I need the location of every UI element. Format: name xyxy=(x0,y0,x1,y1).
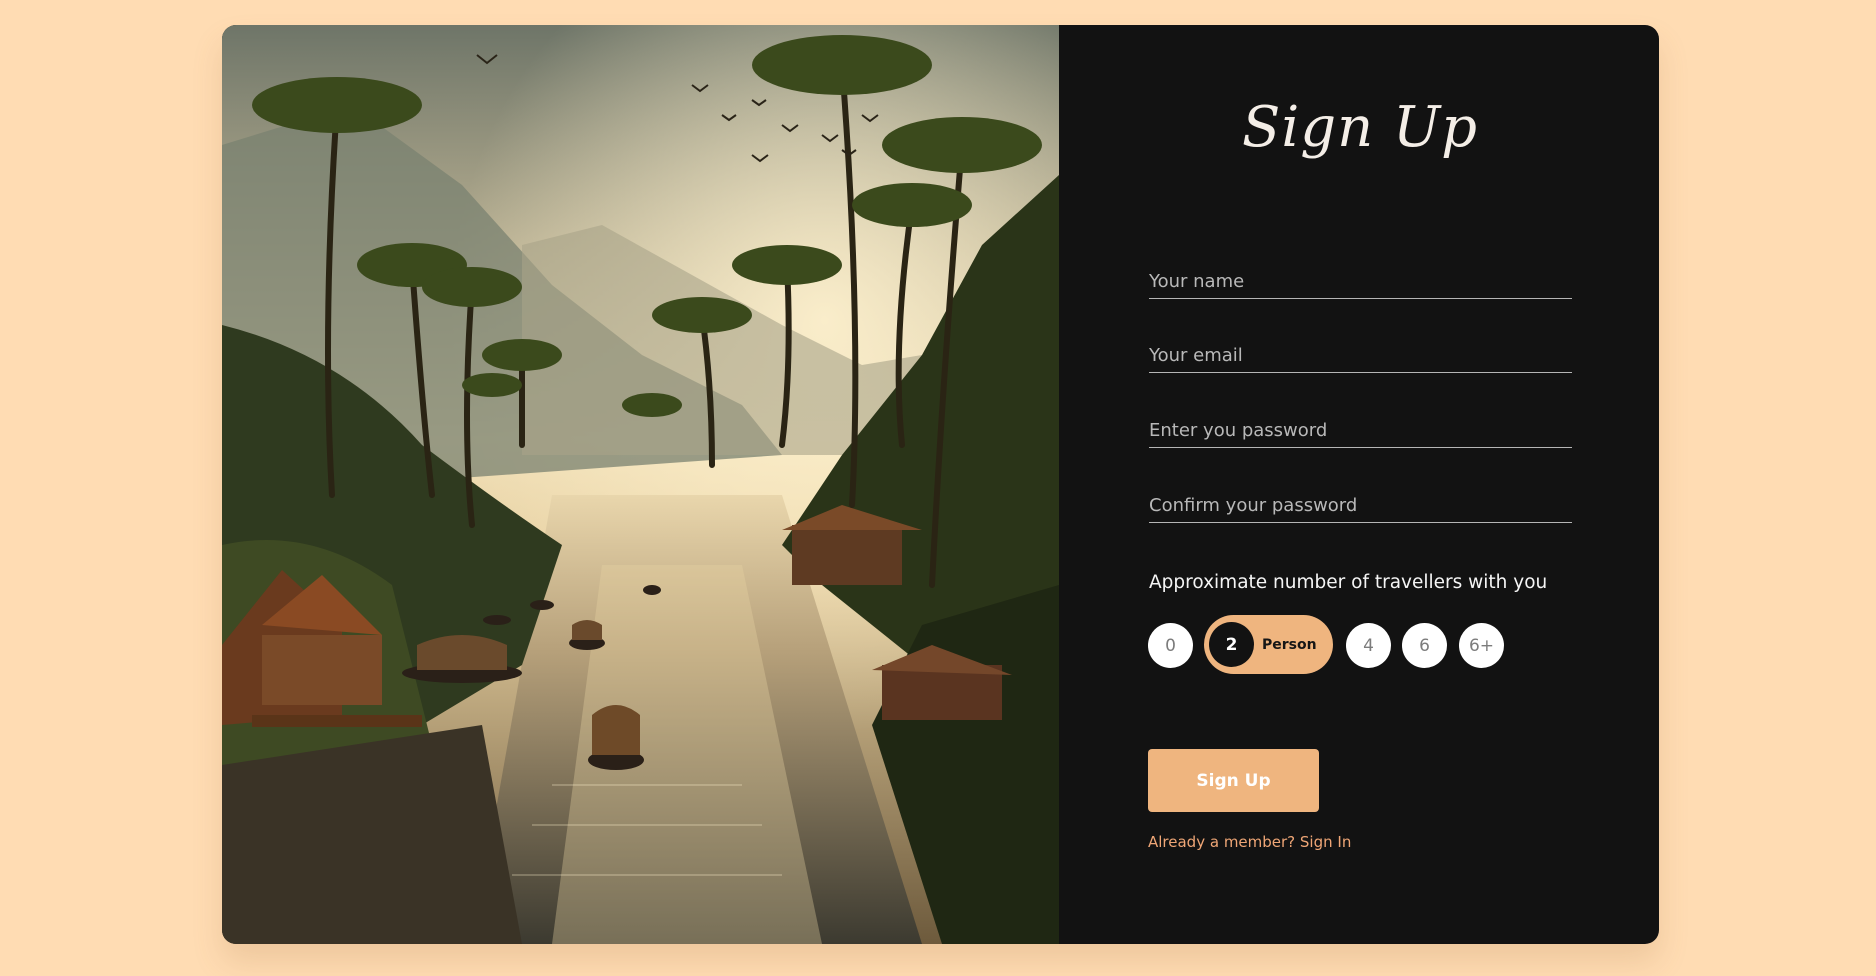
sign-up-button[interactable]: Sign Up xyxy=(1148,749,1319,812)
password-input[interactable] xyxy=(1149,420,1572,447)
traveller-option-6[interactable]: 6 xyxy=(1402,623,1447,668)
sign-in-link[interactable]: Already a member? Sign In xyxy=(1148,833,1351,851)
traveller-option-2: 2 xyxy=(1209,622,1254,667)
traveller-option-4[interactable]: 4 xyxy=(1346,623,1391,668)
confirm-password-field[interactable] xyxy=(1149,495,1572,523)
password-field[interactable] xyxy=(1149,420,1572,448)
traveller-option-2-selected[interactable]: 2 Person xyxy=(1204,615,1333,674)
traveller-option-6-plus[interactable]: 6+ xyxy=(1459,623,1504,668)
signup-card xyxy=(222,25,1659,944)
form-title: Sign Up xyxy=(1241,95,1479,160)
traveller-option-0[interactable]: 0 xyxy=(1148,623,1193,668)
name-field[interactable] xyxy=(1149,271,1572,299)
hero-image xyxy=(222,25,1059,944)
email-input[interactable] xyxy=(1149,345,1572,372)
travellers-label: Approximate number of travellers with yo… xyxy=(1149,572,1548,593)
name-input[interactable] xyxy=(1149,271,1572,298)
traveller-unit-label: Person xyxy=(1262,636,1317,653)
confirm-password-input[interactable] xyxy=(1149,495,1572,522)
email-field[interactable] xyxy=(1149,345,1572,373)
